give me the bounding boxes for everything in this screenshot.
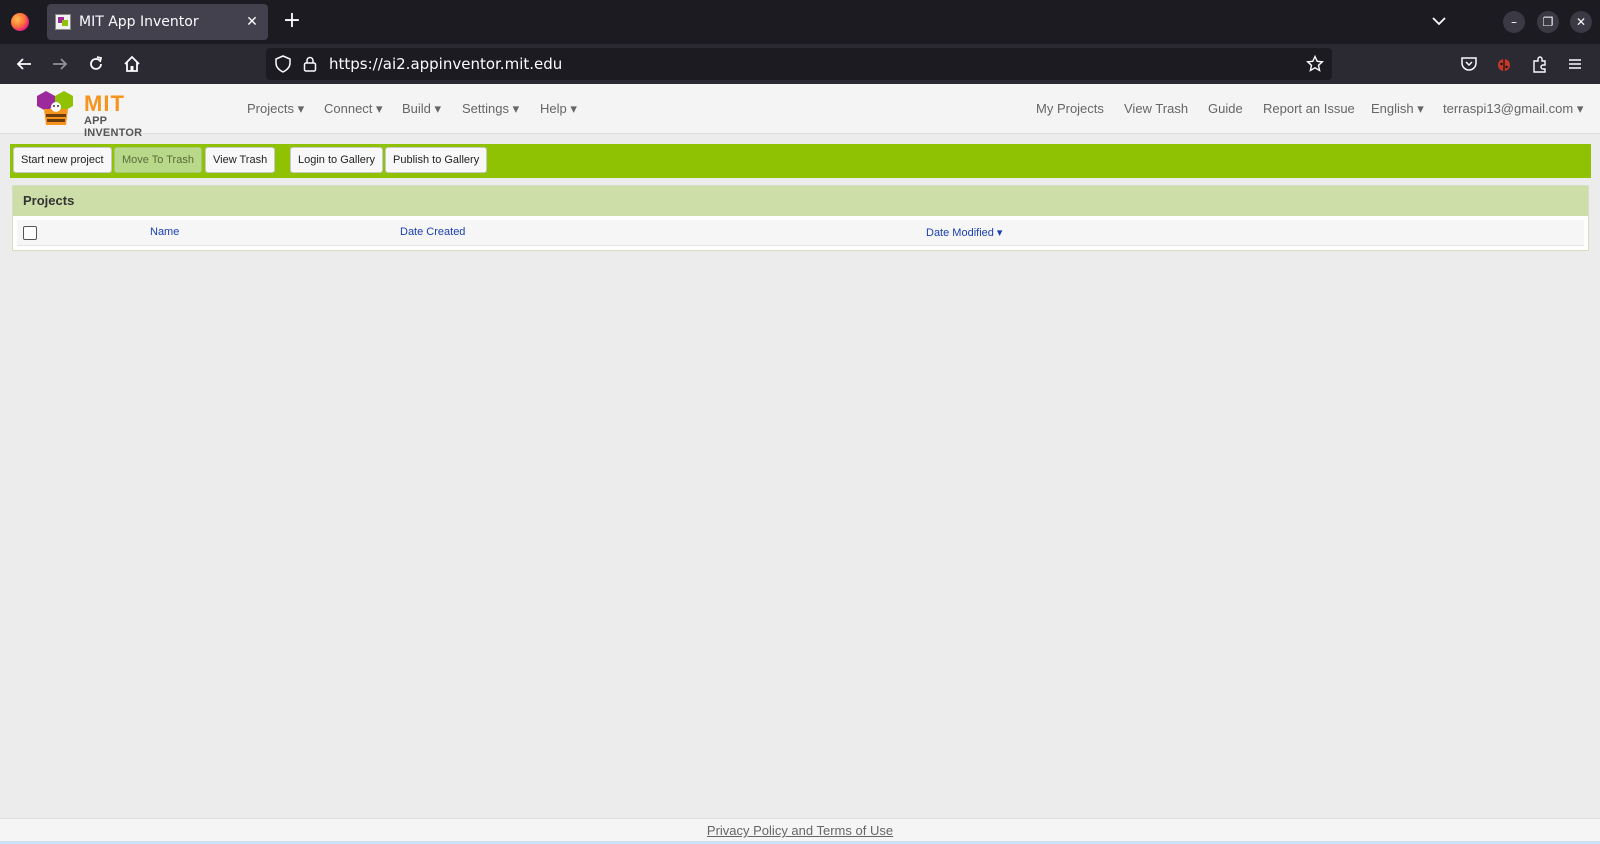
column-date-modified[interactable]: Date Modified ▾ <box>926 226 1002 239</box>
tab-close-icon[interactable]: ✕ <box>244 14 260 30</box>
mit-app-inventor-logo[interactable]: MIT APP INVENTOR <box>36 88 166 139</box>
privacy-policy-link[interactable]: Privacy Policy and Terms of Use <box>707 823 893 838</box>
bookmark-star-icon[interactable] <box>1305 54 1325 73</box>
login-to-gallery-button[interactable]: Login to Gallery <box>290 147 384 173</box>
projects-title: Projects <box>13 186 1588 216</box>
new-tab-button[interactable]: + <box>280 10 304 34</box>
menu-build[interactable]: Build ▾ <box>402 101 441 117</box>
account-dropdown[interactable]: terraspi13@gmail.com ▾ <box>1443 101 1583 117</box>
column-name[interactable]: Name <box>150 226 179 238</box>
app-inventor-favicon-icon <box>55 14 71 30</box>
start-new-project-button[interactable]: Start new project <box>13 147 112 173</box>
menu-connect[interactable]: Connect ▾ <box>324 101 383 117</box>
app-inventor-logo-icon <box>37 91 73 125</box>
extensions-puzzle-icon[interactable] <box>1528 52 1552 76</box>
link-report-issue[interactable]: Report an Issue <box>1263 101 1355 116</box>
logo-app-inventor-text: APP INVENTOR <box>84 115 143 139</box>
move-to-trash-button[interactable]: Move To Trash <box>114 147 202 173</box>
home-icon[interactable] <box>120 52 144 76</box>
publish-to-gallery-button[interactable]: Publish to Gallery <box>385 147 488 173</box>
link-my-projects[interactable]: My Projects <box>1036 101 1104 116</box>
close-window-button[interactable]: ✕ <box>1570 11 1592 33</box>
tab-title: MIT App Inventor <box>79 14 199 30</box>
browser-tab-bar: MIT App Inventor ✕ + – ❐ ✕ <box>0 0 1600 44</box>
link-view-trash[interactable]: View Trash <box>1124 101 1188 116</box>
projects-panel: Projects Name Date Created Date Modified… <box>12 185 1589 251</box>
extension-ladybug-icon[interactable] <box>1492 52 1516 76</box>
language-dropdown[interactable]: English ▾ <box>1371 101 1424 117</box>
select-all-checkbox[interactable] <box>23 226 37 240</box>
pocket-icon[interactable] <box>1457 52 1481 76</box>
column-date-created[interactable]: Date Created <box>400 226 465 238</box>
menu-settings[interactable]: Settings ▾ <box>462 101 519 117</box>
browser-nav-bar: https://ai2.appinventor.mit.edu <box>0 44 1600 84</box>
projects-table-header: Name Date Created Date Modified ▾ <box>17 220 1584 246</box>
firefox-icon[interactable] <box>0 0 40 44</box>
minimize-window-button[interactable]: – <box>1503 11 1525 33</box>
menu-help[interactable]: Help ▾ <box>540 101 577 117</box>
lock-icon[interactable] <box>301 55 319 73</box>
url-bar[interactable]: https://ai2.appinventor.mit.edu <box>266 48 1332 80</box>
browser-tab[interactable]: MIT App Inventor ✕ <box>47 4 268 40</box>
view-trash-button[interactable]: View Trash <box>205 147 276 173</box>
restore-window-button[interactable]: ❐ <box>1537 11 1559 33</box>
url-text[interactable]: https://ai2.appinventor.mit.edu <box>329 55 562 73</box>
link-guide[interactable]: Guide <box>1208 101 1243 116</box>
app-header: MIT APP INVENTOR Projects ▾ Connect ▾ Bu… <box>0 84 1600 139</box>
hamburger-menu-icon[interactable] <box>1563 52 1587 76</box>
forward-arrow-icon[interactable] <box>48 52 72 76</box>
menu-projects[interactable]: Projects ▾ <box>247 101 304 117</box>
tracking-shield-icon[interactable] <box>274 55 292 73</box>
projects-toolbar: Start new project Move To Trash View Tra… <box>10 144 1591 178</box>
back-arrow-icon[interactable] <box>12 52 36 76</box>
logo-mit-text: MIT <box>84 91 125 116</box>
list-all-tabs-icon[interactable] <box>1430 12 1448 30</box>
reload-icon[interactable] <box>84 52 108 76</box>
